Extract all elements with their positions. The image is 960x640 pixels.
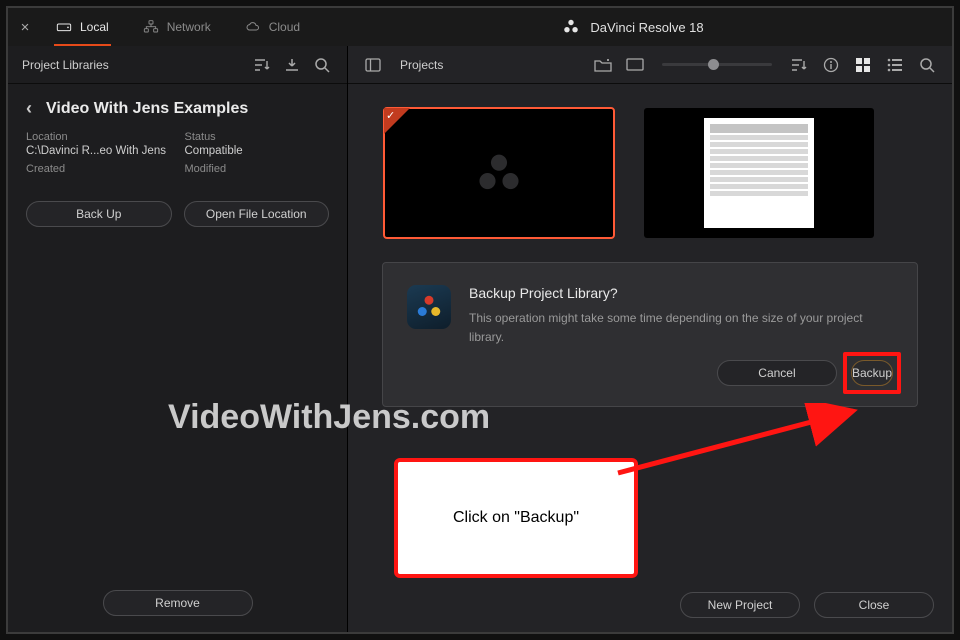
cloud-icon <box>245 20 261 34</box>
app-title-area: DaVinci Resolve 18 <box>322 18 944 36</box>
new-project-button[interactable]: New Project <box>680 592 800 618</box>
library-meta: Location C:\Davinci R...eo With Jens Sta… <box>8 127 347 191</box>
grid-view-icon[interactable] <box>852 54 874 76</box>
import-icon[interactable] <box>281 54 303 76</box>
tab-local-label: Local <box>80 20 109 34</box>
dialog-app-icon <box>407 285 451 329</box>
project-thumb-2[interactable] <box>644 108 874 238</box>
backup-button[interactable]: Backup <box>851 360 893 386</box>
search-icon[interactable] <box>311 54 333 76</box>
close-window-icon[interactable]: × <box>16 19 34 36</box>
right-panel: Projects <box>348 46 952 632</box>
projects-label: Projects <box>400 58 582 72</box>
sort-projects-icon[interactable] <box>788 54 810 76</box>
left-footer: Remove <box>8 574 347 632</box>
back-chevron-icon[interactable]: ‹ <box>22 98 36 119</box>
left-panel: Project Libraries ‹ Video With Jens Exam… <box>8 46 348 632</box>
davinci-placeholder-icon <box>476 150 522 196</box>
top-tabstrip: × Local Network Cloud DaVinci Resolve 18 <box>8 8 952 46</box>
library-title-row: ‹ Video With Jens Examples <box>8 84 347 127</box>
dialog-message: This operation might take some time depe… <box>469 309 893 346</box>
tab-cloud[interactable]: Cloud <box>233 8 312 46</box>
right-footer: New Project Close <box>348 578 952 632</box>
tab-local[interactable]: Local <box>44 8 121 46</box>
davinci-logo-icon <box>562 18 580 36</box>
tab-network[interactable]: Network <box>131 8 223 46</box>
screen-icon[interactable] <box>624 54 646 76</box>
meta-location-key: Location <box>26 131 171 143</box>
tab-cloud-label: Cloud <box>269 20 300 34</box>
sort-icon[interactable] <box>251 54 273 76</box>
cancel-button[interactable]: Cancel <box>717 360 837 386</box>
project-libraries-label: Project Libraries <box>22 58 243 72</box>
search-projects-icon[interactable] <box>916 54 938 76</box>
list-view-icon[interactable] <box>884 54 906 76</box>
tab-network-label: Network <box>167 20 211 34</box>
library-action-row: Back Up Open File Location <box>8 191 347 243</box>
project-thumbnails <box>348 84 952 262</box>
open-file-location-button[interactable]: Open File Location <box>184 201 330 227</box>
dialog-button-row: Cancel Backup <box>407 360 893 386</box>
new-folder-icon[interactable] <box>592 54 614 76</box>
meta-created-key: Created <box>26 163 171 175</box>
right-header: Projects <box>348 46 952 84</box>
hdd-icon <box>56 20 72 34</box>
remove-button[interactable]: Remove <box>103 590 253 616</box>
app-title: DaVinci Resolve 18 <box>590 20 703 35</box>
sidebar-toggle-icon[interactable] <box>362 54 384 76</box>
left-header: Project Libraries <box>8 46 347 84</box>
selected-checkmark-icon <box>384 108 410 134</box>
info-icon[interactable] <box>820 54 842 76</box>
thumbnail-size-slider[interactable] <box>662 63 772 66</box>
document-preview-icon <box>704 118 814 228</box>
close-button[interactable]: Close <box>814 592 934 618</box>
meta-location-value: C:\Davinci R...eo With Jens <box>26 145 171 157</box>
backup-library-button[interactable]: Back Up <box>26 201 172 227</box>
meta-modified-key: Modified <box>185 163 330 175</box>
dialog-title: Backup Project Library? <box>469 285 893 301</box>
library-name: Video With Jens Examples <box>46 100 248 118</box>
meta-status-key: Status <box>185 131 330 143</box>
project-thumb-1[interactable] <box>384 108 614 238</box>
meta-status-value: Compatible <box>185 145 330 157</box>
backup-dialog: Backup Project Library? This operation m… <box>382 262 918 407</box>
network-icon <box>143 20 159 34</box>
